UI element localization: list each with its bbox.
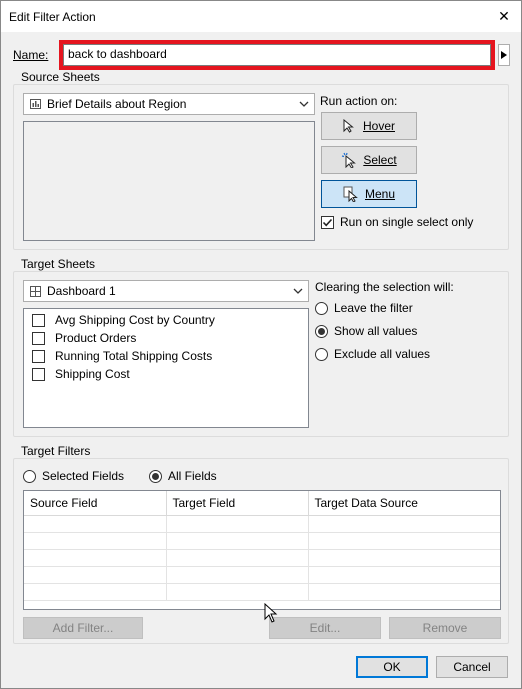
- chevron-down-icon: [299, 101, 309, 107]
- edit-button[interactable]: Edit...: [269, 617, 381, 639]
- scope-all-fields[interactable]: All Fields: [149, 469, 217, 483]
- name-label-text: Name:: [13, 48, 49, 62]
- cursor-icon: [343, 119, 354, 133]
- menu-button[interactable]: Menu: [321, 180, 417, 208]
- window-title: Edit Filter Action: [9, 10, 96, 24]
- target-sheets-title: Target Sheets: [18, 257, 99, 271]
- target-dashboard-dropdown[interactable]: Dashboard 1: [23, 280, 309, 302]
- triangle-right-icon: [501, 51, 507, 59]
- filters-table-frame: Source Field Target Field Target Data So…: [23, 490, 501, 610]
- chevron-down-icon: [293, 288, 303, 294]
- title-bar: Edit Filter Action ✕: [1, 1, 521, 32]
- select-label: Select: [363, 153, 397, 167]
- chart-icon: [30, 99, 41, 109]
- insert-field-button[interactable]: [498, 44, 510, 66]
- ok-label: OK: [383, 660, 401, 674]
- close-icon: ✕: [498, 7, 510, 24]
- radio-button[interactable]: [315, 324, 328, 338]
- ok-button[interactable]: OK: [356, 656, 428, 678]
- name-input[interactable]: back to dashboard: [63, 44, 491, 66]
- menu-cursor-icon: [343, 186, 358, 202]
- mouse-pointer-icon: [264, 603, 278, 623]
- select-button[interactable]: Select: [321, 146, 417, 174]
- list-item[interactable]: Shipping Cost: [32, 367, 130, 381]
- filters-table[interactable]: Source Field Target Field Target Data So…: [24, 491, 500, 601]
- table-row: [24, 583, 500, 601]
- list-item[interactable]: Running Total Shipping Costs: [32, 349, 212, 363]
- clear-option-label: Exclude all values: [334, 347, 431, 361]
- scope-label: All Fields: [168, 469, 217, 483]
- scope-selected-fields[interactable]: Selected Fields: [23, 469, 124, 483]
- clear-option-leave[interactable]: Leave the filter: [315, 301, 413, 315]
- clear-option-show-all[interactable]: Show all values: [315, 324, 417, 338]
- clear-option-label: Leave the filter: [334, 301, 413, 315]
- remove-button[interactable]: Remove: [389, 617, 501, 639]
- dashboard-icon: [30, 285, 41, 297]
- hover-label: Hover: [362, 119, 395, 133]
- column-header[interactable]: Source Field: [24, 491, 167, 516]
- target-dashboard-selected: Dashboard 1: [47, 284, 116, 298]
- edit-filter-action-dialog: Edit Filter Action ✕ Name: back to dashb…: [0, 0, 522, 689]
- source-sheet-selected: Brief Details about Region: [47, 97, 187, 111]
- name-label: Name:: [13, 48, 48, 62]
- source-sheets-list[interactable]: [23, 121, 315, 241]
- sheet-checkbox[interactable]: [32, 349, 45, 363]
- menu-label: Menu: [364, 187, 396, 201]
- table-row: [24, 515, 500, 533]
- source-sheets-title: Source Sheets: [18, 70, 103, 84]
- table-row: [24, 549, 500, 567]
- single-select-checkbox[interactable]: [321, 215, 334, 229]
- edit-label: Edit...: [309, 621, 341, 635]
- sheet-checkbox[interactable]: [32, 367, 45, 381]
- table-row: [24, 566, 500, 584]
- sheet-checkbox[interactable]: [32, 331, 45, 345]
- radio-button[interactable]: [315, 301, 328, 315]
- cancel-button[interactable]: Cancel: [436, 656, 508, 678]
- column-header[interactable]: Target Data Source: [308, 491, 500, 516]
- radio-button[interactable]: [23, 469, 36, 483]
- list-item[interactable]: Product Orders: [32, 331, 136, 345]
- hover-button[interactable]: Hover: [321, 112, 417, 140]
- close-button[interactable]: ✕: [491, 4, 517, 28]
- clear-option-exclude[interactable]: Exclude all values: [315, 347, 430, 361]
- run-action-label: Run action on:: [320, 94, 398, 108]
- source-sheet-dropdown[interactable]: Brief Details about Region: [23, 93, 315, 115]
- target-sheets-list: Avg Shipping Cost by Country Product Ord…: [23, 308, 309, 428]
- list-item[interactable]: Avg Shipping Cost by Country: [32, 313, 215, 327]
- scope-label: Selected Fields: [42, 469, 125, 483]
- single-select-option[interactable]: Run on single select only: [321, 215, 473, 229]
- remove-label: Remove: [422, 621, 468, 635]
- add-filter-button[interactable]: Add Filter...: [23, 617, 143, 639]
- target-filters-title: Target Filters: [18, 444, 94, 458]
- sheet-label: Running Total Shipping Costs: [55, 349, 213, 363]
- checkmark-icon: [322, 218, 333, 226]
- cancel-label: Cancel: [453, 660, 491, 674]
- clear-option-label: Show all values: [334, 324, 418, 338]
- table-row: [24, 532, 500, 550]
- single-select-label: Run on single select only: [340, 215, 474, 229]
- table-header-row: Source Field Target Field Target Data So…: [24, 491, 500, 516]
- column-header[interactable]: Target Field: [166, 491, 309, 516]
- sheet-label: Shipping Cost: [55, 367, 130, 381]
- radio-button[interactable]: [149, 469, 162, 483]
- sheet-checkbox[interactable]: [32, 313, 45, 327]
- add-filter-label: Add Filter...: [52, 621, 114, 635]
- radio-button[interactable]: [315, 347, 328, 361]
- sheet-label: Product Orders: [55, 331, 137, 345]
- clearing-label: Clearing the selection will:: [315, 280, 454, 294]
- select-click-icon: [342, 152, 357, 168]
- sheet-label: Avg Shipping Cost by Country: [55, 313, 215, 327]
